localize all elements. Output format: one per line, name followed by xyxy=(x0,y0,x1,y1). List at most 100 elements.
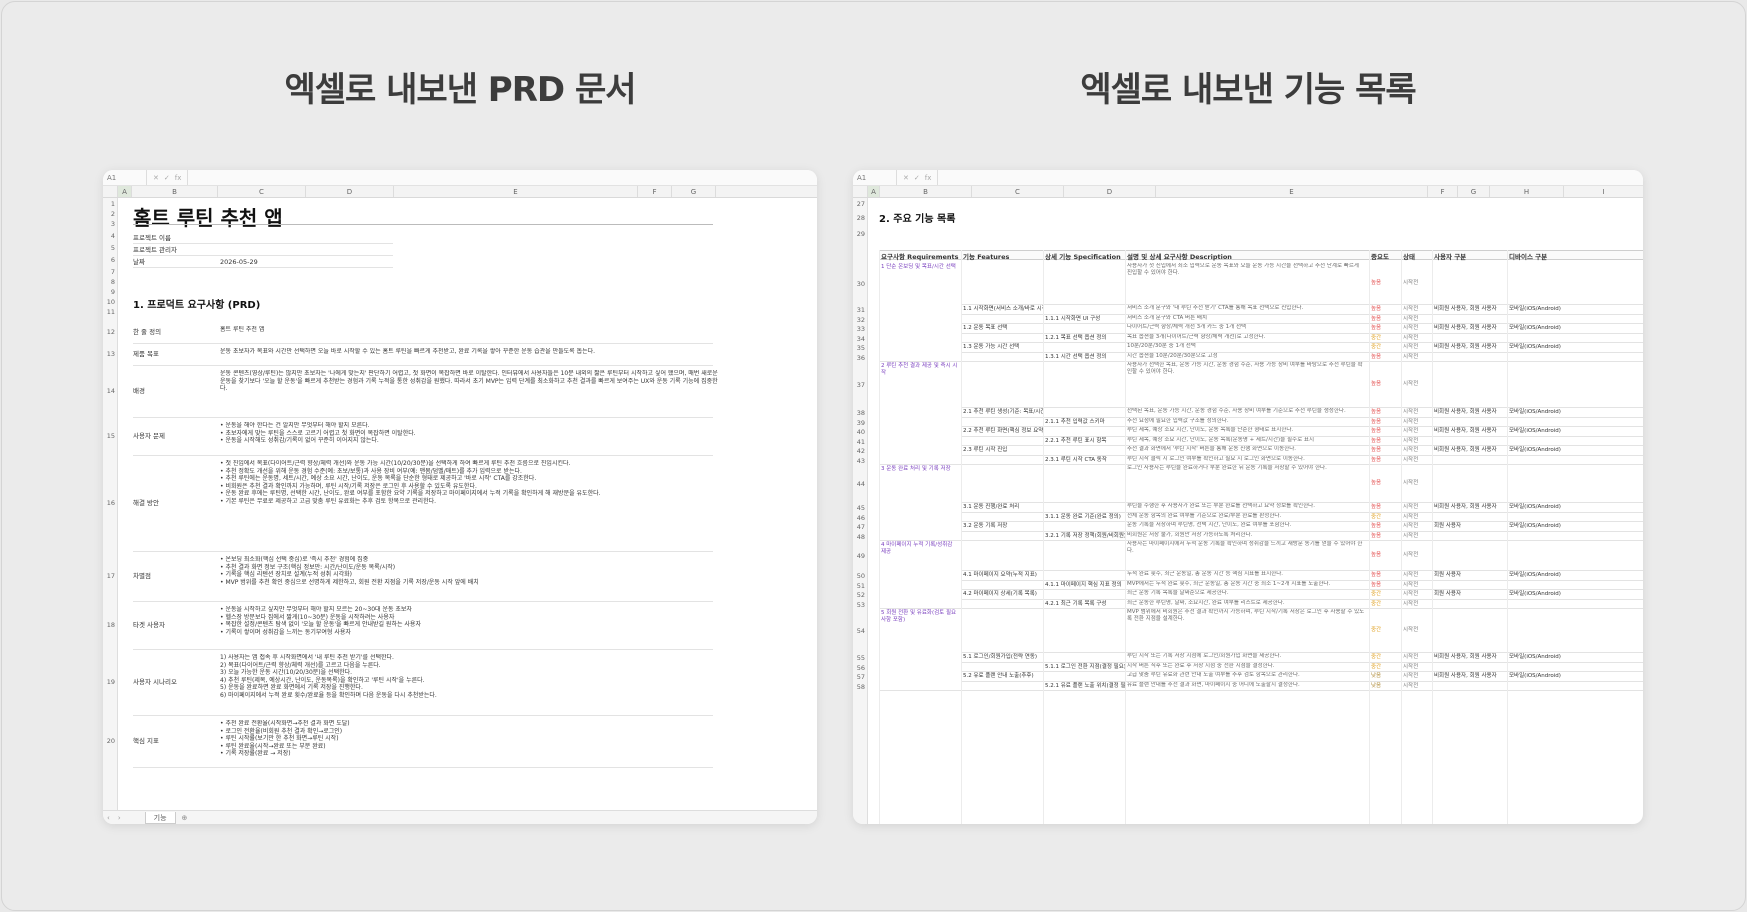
row-number[interactable]: 7 xyxy=(103,268,117,276)
row-number[interactable]: 42 xyxy=(853,447,867,455)
row-number[interactable]: 33 xyxy=(853,325,867,333)
select-all-corner[interactable] xyxy=(853,186,868,197)
col-header[interactable]: H xyxy=(1490,186,1564,197)
row-number[interactable]: 49 xyxy=(853,552,867,560)
status-cell: 시작전 xyxy=(1403,552,1419,558)
row-number[interactable]: 35 xyxy=(853,344,867,352)
row-number[interactable]: 37 xyxy=(853,381,867,389)
row-number[interactable]: 31 xyxy=(853,306,867,314)
function-icon[interactable]: fx xyxy=(925,174,932,182)
row-number[interactable]: 50 xyxy=(853,572,867,580)
cancel-icon[interactable]: ✕ xyxy=(903,174,909,182)
col-header[interactable]: A xyxy=(118,186,132,197)
row-number[interactable]: 40 xyxy=(853,428,867,436)
cell-reference-box[interactable]: A1 xyxy=(853,170,897,185)
col-header[interactable]: G xyxy=(672,186,716,197)
feature-cell: 1.2 운동 목표 선택 xyxy=(963,325,1008,331)
row-number[interactable]: 13 xyxy=(103,350,117,358)
row-number[interactable]: 52 xyxy=(853,591,867,599)
prd-spreadsheet: A1 ✕ ✓ fx A B C D E F G 홈트 루틴 추천 앱 프로젝트 … xyxy=(103,170,817,824)
row-number[interactable]: 3 xyxy=(103,220,117,228)
col-header[interactable]: F xyxy=(638,186,672,197)
col-header[interactable]: B xyxy=(880,186,972,197)
tab-nav-next-icon[interactable]: › xyxy=(114,814,125,822)
row-number[interactable]: 6 xyxy=(103,256,117,264)
status-cell: 시작전 xyxy=(1403,335,1419,341)
row-number[interactable]: 30 xyxy=(853,280,867,288)
row-number[interactable]: 29 xyxy=(853,230,867,238)
row-number[interactable]: 43 xyxy=(853,456,867,465)
col-header[interactable]: D xyxy=(1064,186,1156,197)
row-number[interactable]: 16 xyxy=(103,499,117,507)
row-number[interactable]: 55 xyxy=(853,654,867,662)
row-number[interactable]: 36 xyxy=(853,353,867,362)
row-number[interactable]: 41 xyxy=(853,437,867,446)
priority-badge: 높음 xyxy=(1371,438,1382,444)
row-number[interactable]: 5 xyxy=(103,244,117,252)
row-number[interactable]: 2 xyxy=(103,210,117,218)
user-type-cell: 비회원 사용자, 회원 사용자 xyxy=(1434,325,1497,331)
row-number[interactable]: 19 xyxy=(103,678,117,686)
row-number[interactable]: 51 xyxy=(853,581,867,590)
confirm-icon[interactable]: ✓ xyxy=(914,174,920,182)
col-header[interactable]: D xyxy=(306,186,394,197)
row-number[interactable]: 9 xyxy=(103,288,117,296)
row-number[interactable]: 11 xyxy=(103,308,117,316)
col-header[interactable]: G xyxy=(1458,186,1490,197)
row-number[interactable]: 1 xyxy=(103,200,117,208)
description-cell: 목표 옵션을 3개(다이어트/근력 향상/체력 개선)로 고정한다. xyxy=(1127,334,1266,340)
col-header[interactable]: C xyxy=(972,186,1064,197)
row-number[interactable]: 12 xyxy=(103,328,117,336)
prd-row-label: 핵심 지표 xyxy=(133,737,159,745)
tab-nav-prev-icon[interactable]: ‹ xyxy=(103,814,114,822)
row-number[interactable]: 34 xyxy=(853,334,867,343)
row-number[interactable]: 48 xyxy=(853,532,867,541)
row-number[interactable]: 20 xyxy=(103,737,117,745)
add-sheet-icon[interactable]: ⊕ xyxy=(182,814,188,822)
col-header[interactable]: E xyxy=(394,186,638,197)
description-cell: 서비스 소개 문구와 '내 루틴 추천 받기' CTA를 통해 목표 선택으로 … xyxy=(1127,305,1304,311)
spec-cell: 2.1.1 추천 입력값 스키마 xyxy=(1045,419,1105,425)
col-header[interactable]: F xyxy=(1428,186,1458,197)
col-header[interactable]: A xyxy=(868,186,880,197)
row-number[interactable]: 17 xyxy=(103,572,117,580)
row-number[interactable]: 8 xyxy=(103,278,117,286)
row-number[interactable]: 27 xyxy=(853,200,867,208)
row-number[interactable]: 57 xyxy=(853,673,867,681)
row-number[interactable]: 15 xyxy=(103,432,117,440)
col-header[interactable]: I xyxy=(1564,186,1643,197)
row-number[interactable]: 56 xyxy=(853,663,867,672)
row-number[interactable]: 28 xyxy=(853,214,867,222)
row-number[interactable]: 45 xyxy=(853,504,867,512)
row-number[interactable]: 54 xyxy=(853,627,867,635)
description-cell: 시작 버튼 직후 또는 완료 후 저장 시점 중 전환 지점을 결정한다. xyxy=(1127,663,1275,669)
row-number[interactable]: 39 xyxy=(853,418,867,427)
row-number[interactable]: 58 xyxy=(853,682,867,691)
row-number[interactable]: 44 xyxy=(853,480,867,488)
row-number[interactable]: 38 xyxy=(853,409,867,417)
cell-reference-box[interactable]: A1 xyxy=(103,170,147,185)
cancel-icon[interactable]: ✕ xyxy=(153,174,159,182)
row-number[interactable]: 46 xyxy=(853,513,867,522)
priority-badge: 중간 xyxy=(1371,591,1382,597)
col-header[interactable]: B xyxy=(132,186,218,197)
prd-row-text: 운동 콘텐츠(영상/루틴)는 많지만 초보자는 '나에게 맞는지' 판단하기 어… xyxy=(220,370,718,393)
col-header[interactable]: C xyxy=(218,186,306,197)
select-all-corner[interactable] xyxy=(103,186,118,197)
row-number[interactable]: 53 xyxy=(853,600,867,609)
sheet-tab[interactable]: 기능 xyxy=(144,811,176,824)
priority-badge: 높음 xyxy=(1371,552,1382,558)
row-number[interactable]: 14 xyxy=(103,387,117,395)
row-number[interactable]: 47 xyxy=(853,523,867,531)
header-features: 기능 Features xyxy=(963,253,1010,261)
spec-cell: 1.3.1 시간 선택 옵션 정의 xyxy=(1045,354,1107,360)
confirm-icon[interactable]: ✓ xyxy=(164,174,170,182)
function-icon[interactable]: fx xyxy=(175,174,182,182)
row-number[interactable]: 18 xyxy=(103,621,117,629)
row-number[interactable]: 32 xyxy=(853,315,867,324)
row-number[interactable]: 10 xyxy=(103,298,117,306)
row-number[interactable]: 4 xyxy=(103,232,117,240)
col-header[interactable]: E xyxy=(1156,186,1428,197)
description-cell: 유료 플랜 안내를 추천 결과 화면, 마이페이지 중 어디에 노출할지 결정한… xyxy=(1127,682,1300,688)
status-cell: 시작전 xyxy=(1403,582,1419,588)
